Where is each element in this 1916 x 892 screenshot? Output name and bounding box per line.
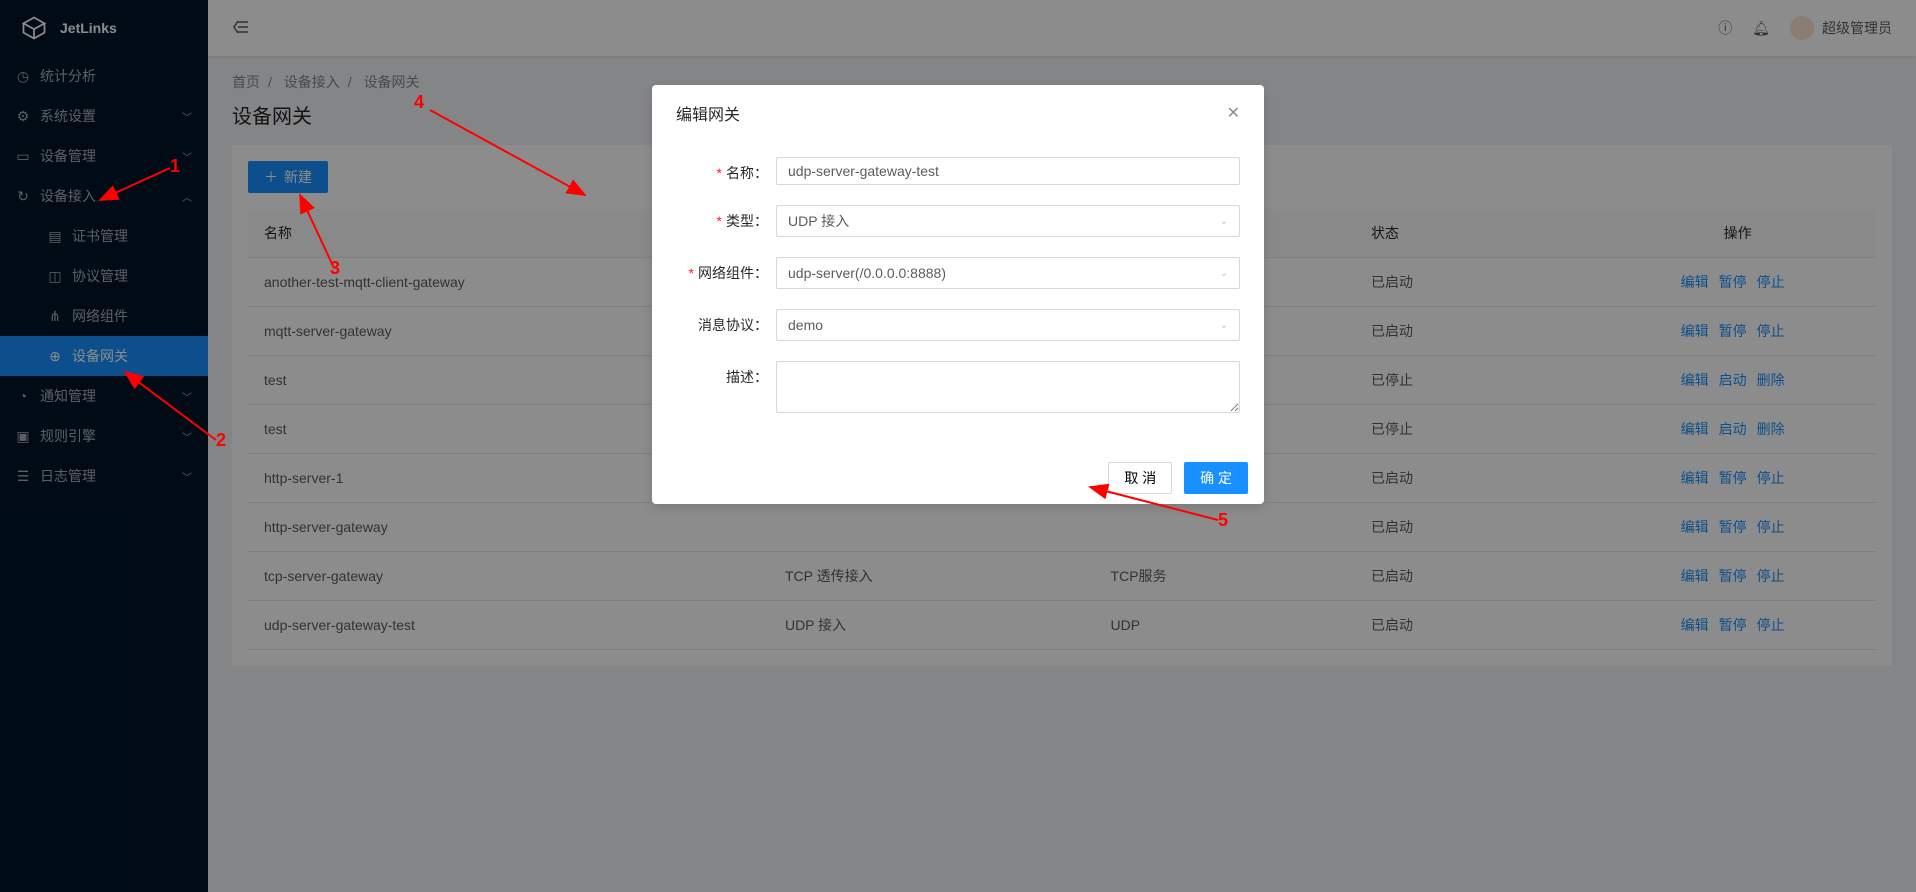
cancel-button[interactable]: 取 消 [1108, 462, 1172, 494]
field-label-network: 网络组件 [698, 265, 754, 281]
edit-gateway-modal: 编辑网关 ✕ *名称： *类型： UDP 接入 ⌄ *网络组件： udp-ser… [652, 85, 1264, 504]
field-label-protocol: 消息协议 [698, 317, 754, 333]
chevron-down-icon: ⌄ [1220, 216, 1228, 227]
annotation-3: 3 [330, 258, 340, 279]
network-select[interactable]: udp-server(/0.0.0.0:8888) ⌄ [776, 257, 1240, 289]
annotation-5: 5 [1218, 510, 1228, 531]
chevron-down-icon: ⌄ [1220, 320, 1228, 331]
name-input[interactable] [776, 157, 1240, 185]
desc-textarea[interactable] [776, 361, 1240, 413]
type-select[interactable]: UDP 接入 ⌄ [776, 205, 1240, 237]
protocol-select[interactable]: demo ⌄ [776, 309, 1240, 341]
field-label-name: 名称 [726, 165, 754, 181]
protocol-select-value: demo [788, 317, 823, 333]
chevron-down-icon: ⌄ [1220, 268, 1228, 279]
field-label-type: 类型 [726, 213, 754, 229]
network-select-value: udp-server(/0.0.0.0:8888) [788, 265, 946, 281]
annotation-4: 4 [414, 92, 424, 113]
type-select-value: UDP 接入 [788, 211, 849, 231]
modal-title: 编辑网关 [676, 101, 740, 125]
annotation-2: 2 [216, 430, 226, 451]
ok-button[interactable]: 确 定 [1184, 462, 1248, 494]
field-label-desc: 描述 [726, 369, 754, 385]
annotation-1: 1 [170, 156, 180, 177]
close-icon[interactable]: ✕ [1227, 103, 1240, 123]
